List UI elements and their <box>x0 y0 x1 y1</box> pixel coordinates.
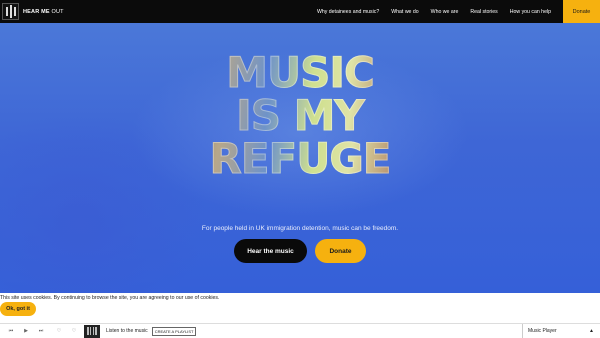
cookie-text: This site uses cookies. By continuing to… <box>0 295 220 301</box>
nav-real-stories[interactable]: Real stories <box>470 9 497 15</box>
heart-outline-icon[interactable]: ♡ <box>70 328 78 334</box>
main-nav: Why detainees and music? What we do Who … <box>317 0 600 23</box>
nav-how-you-can-help[interactable]: How you can help <box>510 9 551 15</box>
hero-section: MUSIC IS MY REFUGE For people held in UK… <box>0 23 600 293</box>
brand-name[interactable]: HEAR ME OUT <box>23 9 64 15</box>
nav-what-we-do[interactable]: What we do <box>391 9 418 15</box>
chevron-up-icon[interactable]: ▲ <box>589 328 594 334</box>
headline-line-1: MUSIC <box>165 51 435 95</box>
brand-bold: HEAR ME <box>23 8 50 15</box>
hero-buttons: Hear the music Donate <box>0 239 600 263</box>
nav-who-we-are[interactable]: Who we are <box>431 9 459 15</box>
music-player-title: Music Player <box>528 328 557 334</box>
create-playlist-button[interactable]: CREATE A PLAYLIST <box>151 326 197 336</box>
headline-line-2: IS MY <box>165 94 435 138</box>
logo-icon[interactable] <box>2 3 19 20</box>
cookie-banner: This site uses cookies. By continuing to… <box>0 293 600 323</box>
music-player-panel[interactable]: Music Player ▲ <box>522 324 600 338</box>
brand-light: OUT <box>51 8 64 15</box>
play-icon[interactable]: ▶ <box>22 328 30 334</box>
listen-text: Listen to the music <box>106 328 148 334</box>
header-donate-button[interactable]: Donate <box>563 0 600 23</box>
hear-the-music-button[interactable]: Hear the music <box>234 239 307 263</box>
hero-tagline: For people held in UK immigration detent… <box>201 225 399 232</box>
skip-forward-icon[interactable]: ⏭ <box>37 328 45 334</box>
headline-line-3: REFUGE <box>165 137 435 181</box>
nav-why-detainees[interactable]: Why detainees and music? <box>317 9 379 15</box>
site-header: HEAR ME OUT Why detainees and music? Wha… <box>0 0 600 23</box>
heart-icon[interactable]: ♡ <box>55 328 63 334</box>
cookie-accept-button[interactable]: Ok, got it <box>0 302 36 316</box>
music-player-bar: ⏮ ▶ ⏭ ♡ ♡ Listen to the music CREATE A P… <box>0 323 600 338</box>
hero-donate-button[interactable]: Donate <box>315 239 366 263</box>
skip-back-icon[interactable]: ⏮ <box>7 328 15 334</box>
hero-headline: MUSIC IS MY REFUGE <box>165 51 435 181</box>
track-thumbnail <box>84 324 100 338</box>
